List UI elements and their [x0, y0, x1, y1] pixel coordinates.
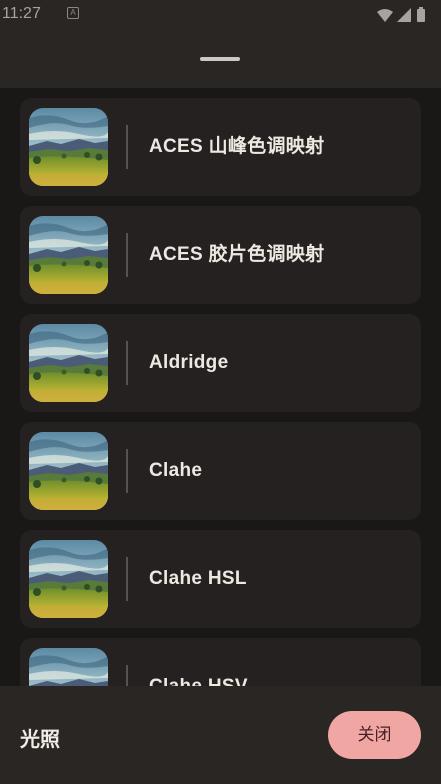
divider: [126, 665, 128, 686]
divider: [126, 557, 128, 601]
wifi-icon: [377, 9, 393, 22]
sheet-header: [0, 30, 441, 88]
signal-icon: [397, 8, 411, 22]
list-item[interactable]: Clahe: [20, 422, 421, 520]
filter-preview-thumbnail: [29, 648, 108, 686]
filter-preview-thumbnail: [29, 540, 108, 618]
filter-label: ACES 胶片色调映射: [149, 244, 325, 265]
status-time: 11:27: [2, 5, 41, 22]
list-item[interactable]: Aldridge: [20, 314, 421, 412]
filter-preview-thumbnail: [29, 432, 108, 510]
list-item[interactable]: ACES 山峰色调映射: [20, 98, 421, 196]
list-item[interactable]: ACES 胶片色调映射: [20, 206, 421, 304]
notification-icon: A: [67, 7, 79, 19]
drag-handle[interactable]: [200, 57, 240, 61]
battery-icon: [417, 9, 425, 22]
divider: [126, 125, 128, 169]
filter-label: Clahe HSV: [149, 638, 248, 686]
filter-label: Clahe: [149, 460, 203, 481]
filter-label: Clahe HSL: [149, 568, 247, 589]
bottom-bar: 光照 关闭: [0, 686, 441, 784]
divider: [126, 341, 128, 385]
sheet-title: 光照: [20, 729, 60, 751]
divider: [126, 233, 128, 277]
filter-preview-thumbnail: [29, 108, 108, 186]
divider: [126, 449, 128, 493]
filter-list[interactable]: ACES 山峰色调映射 ACES 胶片色调映射 Aldridge Clahe C…: [0, 88, 441, 686]
status-bar: 11:27 A: [0, 0, 441, 30]
close-button[interactable]: 关闭: [328, 711, 421, 759]
status-icons: [375, 7, 435, 23]
filter-preview-thumbnail: [29, 324, 108, 402]
list-item[interactable]: Clahe HSL: [20, 530, 421, 628]
filter-label: ACES 山峰色调映射: [149, 136, 325, 157]
filter-preview-thumbnail: [29, 216, 108, 294]
list-item[interactable]: Clahe HSV: [20, 638, 421, 686]
filter-label: Aldridge: [149, 352, 229, 373]
